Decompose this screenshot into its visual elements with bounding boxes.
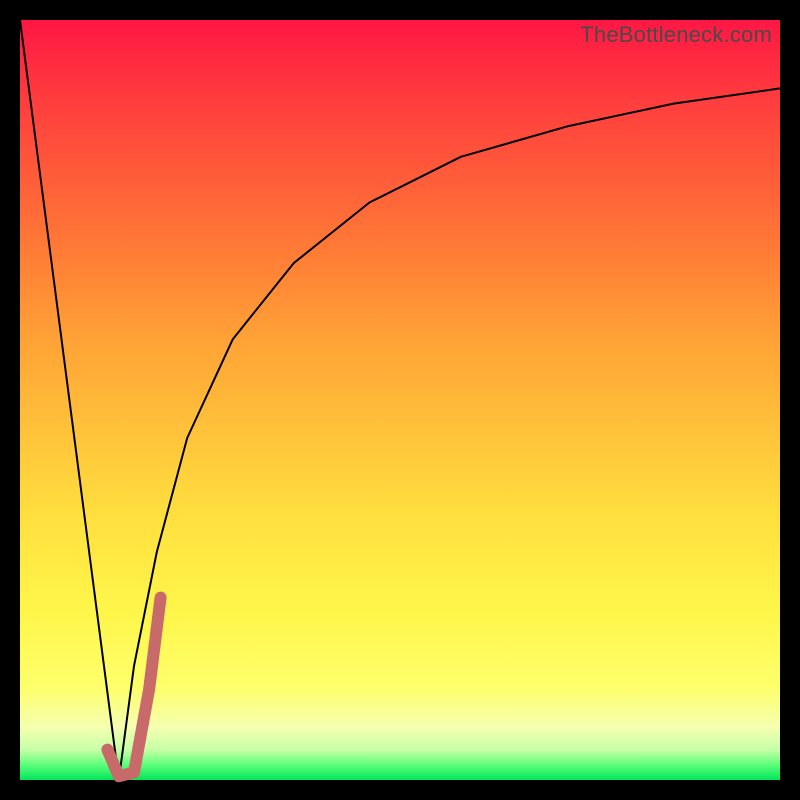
- bottleneck-left-line: [20, 20, 119, 780]
- chart-svg: [20, 20, 780, 780]
- plot-area: TheBottleneck.com: [20, 20, 780, 780]
- bottleneck-right-curve: [119, 88, 780, 780]
- chart-frame: TheBottleneck.com: [0, 0, 800, 800]
